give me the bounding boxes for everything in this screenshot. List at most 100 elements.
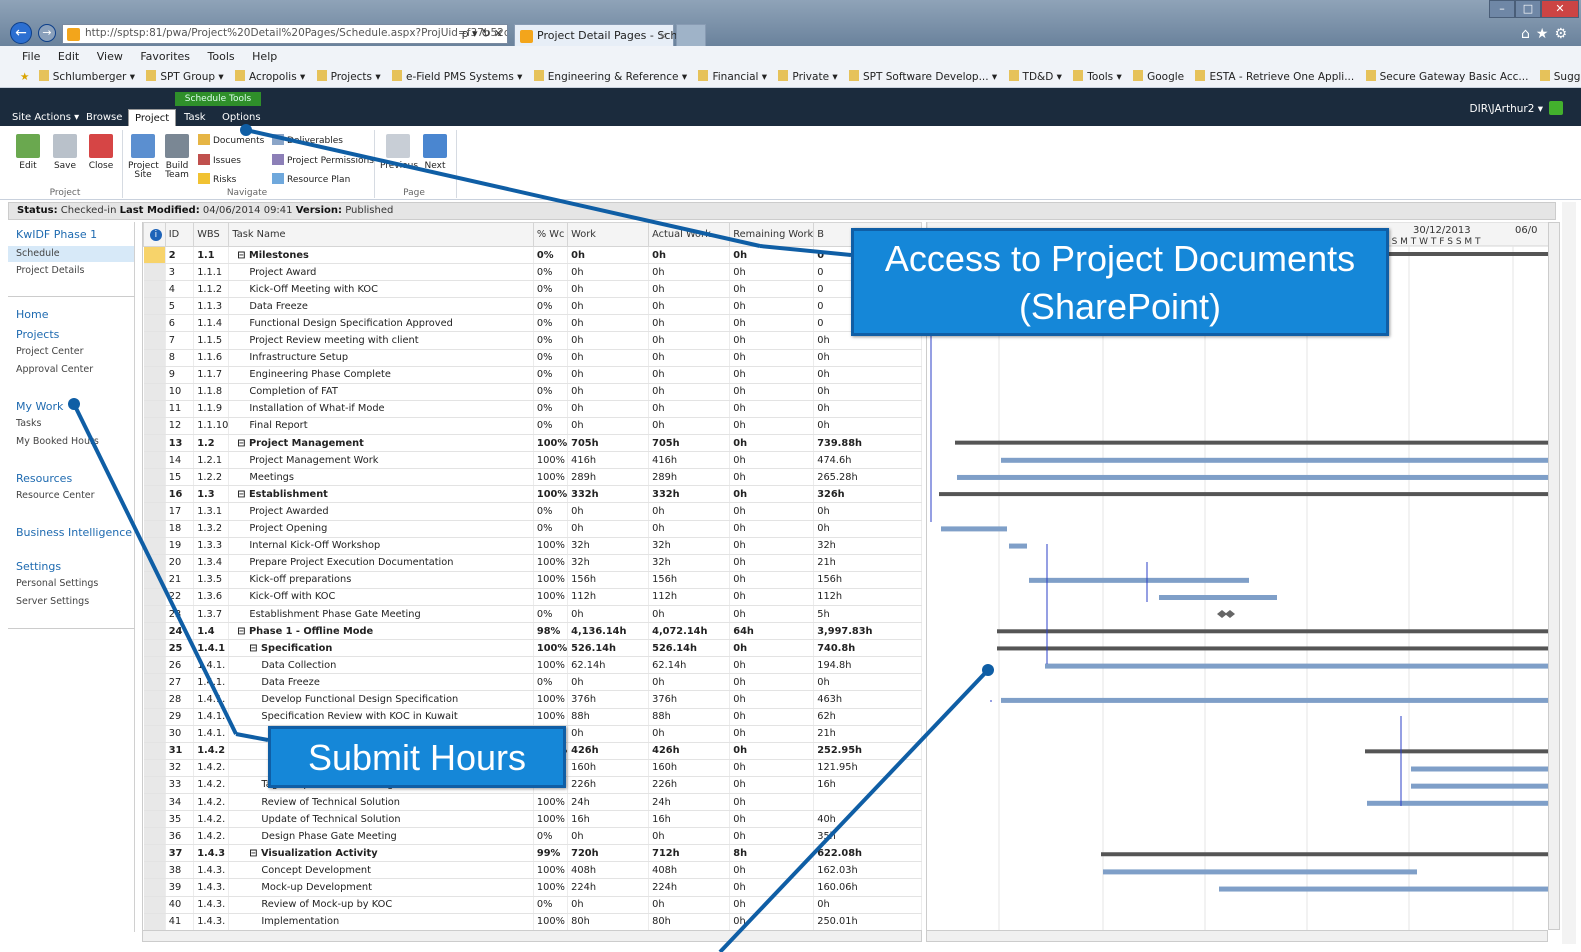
gantt-vertical-scrollbar[interactable] xyxy=(1548,222,1560,930)
save-button[interactable]: Save xyxy=(50,134,80,171)
home-icon[interactable]: ⌂ xyxy=(1521,26,1536,42)
gantt-bar[interactable] xyxy=(939,492,1548,497)
table-row[interactable]: 20 1.3.4 Prepare Project Execution Documen… xyxy=(143,554,922,572)
cell-indicator[interactable] xyxy=(143,588,166,606)
new-tab-button[interactable] xyxy=(676,24,706,46)
indicator-header[interactable]: i xyxy=(143,222,166,247)
favorites-star-icon[interactable]: ★ xyxy=(20,71,29,83)
table-row[interactable]: 7 1.1.5 Project Review meeting with client… xyxy=(143,331,922,350)
table-row[interactable]: 24 1.4 ⊟ Phase 1 - Offline Mode 98% 4,136.14… xyxy=(143,622,922,641)
cell-indicator[interactable] xyxy=(143,673,166,692)
cell-indicator[interactable] xyxy=(143,366,166,384)
nav-resource-center[interactable]: Resource Center xyxy=(16,490,95,501)
cell-indicator[interactable] xyxy=(143,331,166,350)
gantt-bar[interactable] xyxy=(997,629,1548,634)
fav-item[interactable]: Projects ▾ xyxy=(317,71,381,83)
table-row[interactable]: 41 1.4.3. Implementation 100% 80h 80h 0h 250.01… xyxy=(143,913,922,930)
col-header-wbs[interactable]: WBS xyxy=(193,222,230,247)
deliverables-button[interactable]: Deliverables xyxy=(272,134,343,146)
gantt-bar[interactable] xyxy=(1367,800,1548,806)
address-actions[interactable]: ρ ▾ ↻ ✕ xyxy=(462,27,503,40)
gear-icon[interactable]: ⚙ xyxy=(1554,26,1573,42)
table-row[interactable]: 28 1.4.1. Develop Functional Design Specif… xyxy=(143,690,922,709)
table-row[interactable]: 9 1.1.7 Engineering Phase Complete 0% 0h 0h 0h… xyxy=(143,366,922,384)
table-row[interactable]: 19 1.3.3 Internal Kick-Off Workshop 100% 32h… xyxy=(143,537,922,555)
nav-home[interactable]: Home xyxy=(16,308,48,321)
back-button[interactable]: ← xyxy=(10,22,32,44)
gantt-bar[interactable] xyxy=(1411,783,1548,789)
fav-item[interactable]: Engineering & Reference ▾ xyxy=(534,71,687,83)
table-row[interactable]: 22 1.3.6 Kick-Off with KOC 100% 112h 112h 0h 11… xyxy=(143,588,922,606)
cell-indicator[interactable] xyxy=(143,263,166,282)
nav-server-settings[interactable]: Server Settings xyxy=(16,596,89,607)
table-row[interactable]: 15 1.2.2 Meetings 100% 289h 289h 0h 265.28h xyxy=(143,468,922,487)
browser-tools[interactable]: ⌂★⚙ xyxy=(1521,26,1573,42)
cell-indicator[interactable] xyxy=(143,639,166,658)
table-row[interactable]: 16 1.3 ⊟ Establishment 100% 332h 332h 0h 326h xyxy=(143,485,922,504)
cell-indicator[interactable] xyxy=(143,383,166,401)
nav-project-title[interactable]: KwIDF Phase 1 xyxy=(16,228,97,241)
cell-indicator[interactable] xyxy=(143,468,166,487)
cell-indicator[interactable] xyxy=(143,690,166,709)
cell-indicator[interactable] xyxy=(143,759,166,777)
fav-item[interactable]: TD&D ▾ xyxy=(1009,71,1062,83)
table-row[interactable]: 35 1.4.2. Update of Technical Solution 100%… xyxy=(143,810,922,829)
fav-item[interactable]: Tools ▾ xyxy=(1073,71,1121,83)
table-row[interactable]: 14 1.2.1 Project Management Work 100% 416h 41… xyxy=(143,451,922,470)
nav-tasks[interactable]: Tasks xyxy=(16,418,41,429)
user-icon[interactable] xyxy=(1549,101,1563,115)
cell-indicator[interactable] xyxy=(143,742,166,760)
cell-indicator[interactable] xyxy=(143,622,166,641)
nav-resources[interactable]: Resources xyxy=(16,472,72,485)
gantt-bar[interactable] xyxy=(941,526,1007,532)
cell-indicator[interactable] xyxy=(143,280,166,299)
table-row[interactable]: 18 1.3.2 Project Opening 0% 0h 0h 0h 0h xyxy=(143,520,922,538)
menu-help[interactable]: Help xyxy=(252,50,277,63)
table-row[interactable]: 39 1.4.3. Mock-up Development 100% 224h 224h 0… xyxy=(143,878,922,897)
maximize-button[interactable]: □ xyxy=(1515,0,1541,18)
site-actions-menu[interactable]: Site Actions ▾ xyxy=(6,109,85,126)
cell-indicator[interactable] xyxy=(143,844,166,863)
cell-indicator[interactable] xyxy=(143,349,166,367)
fav-item[interactable]: e-Field PMS Systems ▾ xyxy=(392,71,522,83)
gantt-bar[interactable] xyxy=(1029,577,1249,583)
table-row[interactable]: 5 1.1.3 Data Freeze 0% 0h 0h 0h 0 xyxy=(143,297,922,316)
edit-button[interactable]: Edit xyxy=(12,134,44,171)
gantt-bar[interactable] xyxy=(1001,457,1548,463)
fav-item[interactable]: Google xyxy=(1133,71,1184,83)
fav-item[interactable]: ESTA - Retrieve One Appli... xyxy=(1195,71,1354,83)
col-header-pct[interactable]: % Wc xyxy=(532,222,569,247)
nav-schedule[interactable]: Schedule xyxy=(8,246,134,262)
user-menu[interactable]: DIR\JArthur2 ▾ xyxy=(1470,103,1543,115)
table-row[interactable]: 21 1.3.5 Kick-off preparations 100% 156h 156h… xyxy=(143,571,922,589)
table-row[interactable]: 11 1.1.9 Installation of What-if Mode 0% 0h 0… xyxy=(143,400,922,418)
cell-indicator[interactable] xyxy=(143,297,166,316)
build-team-button[interactable]: Build Team xyxy=(162,134,192,180)
favorites-star-icon[interactable]: ★ xyxy=(1536,26,1555,42)
cell-indicator[interactable] xyxy=(143,554,166,572)
cell-indicator[interactable] xyxy=(143,896,166,914)
gantt-bar[interactable] xyxy=(1045,663,1548,669)
cell-indicator[interactable] xyxy=(143,827,166,846)
menu-tools[interactable]: Tools xyxy=(208,50,235,63)
gantt-bar[interactable] xyxy=(997,646,1548,651)
gantt-bar[interactable] xyxy=(1103,869,1417,875)
close-button[interactable]: Close xyxy=(86,134,116,171)
nav-business-intelligence[interactable]: Business Intelligence xyxy=(16,526,132,539)
fav-item[interactable]: Suggested Sites ▾ xyxy=(1540,71,1581,83)
tab-project[interactable]: Project xyxy=(128,109,177,126)
cell-indicator[interactable] xyxy=(143,502,166,521)
menu-view[interactable]: View xyxy=(97,50,123,63)
cell-indicator[interactable] xyxy=(143,434,166,453)
table-row[interactable]: 34 1.4.2. Review of Technical Solution 100%… xyxy=(143,793,922,812)
cell-indicator[interactable] xyxy=(143,485,166,504)
fav-item[interactable]: SPT Software Develop... ▾ xyxy=(849,71,997,83)
cell-indicator[interactable] xyxy=(143,571,166,589)
project-site-button[interactable]: Project Site xyxy=(128,134,159,180)
table-row[interactable]: 4 1.1.2 Kick-Off Meeting with KOC 0% 0h 0h 0h 0 xyxy=(143,280,922,299)
resource-plan-button[interactable]: Resource Plan xyxy=(272,173,350,185)
nav-my-work[interactable]: My Work xyxy=(16,400,63,413)
address-bar[interactable]: http://sptsp:81/pwa/Project%20Detail%20P… xyxy=(62,24,508,44)
cell-indicator[interactable] xyxy=(143,417,166,436)
cell-indicator[interactable] xyxy=(143,776,166,795)
